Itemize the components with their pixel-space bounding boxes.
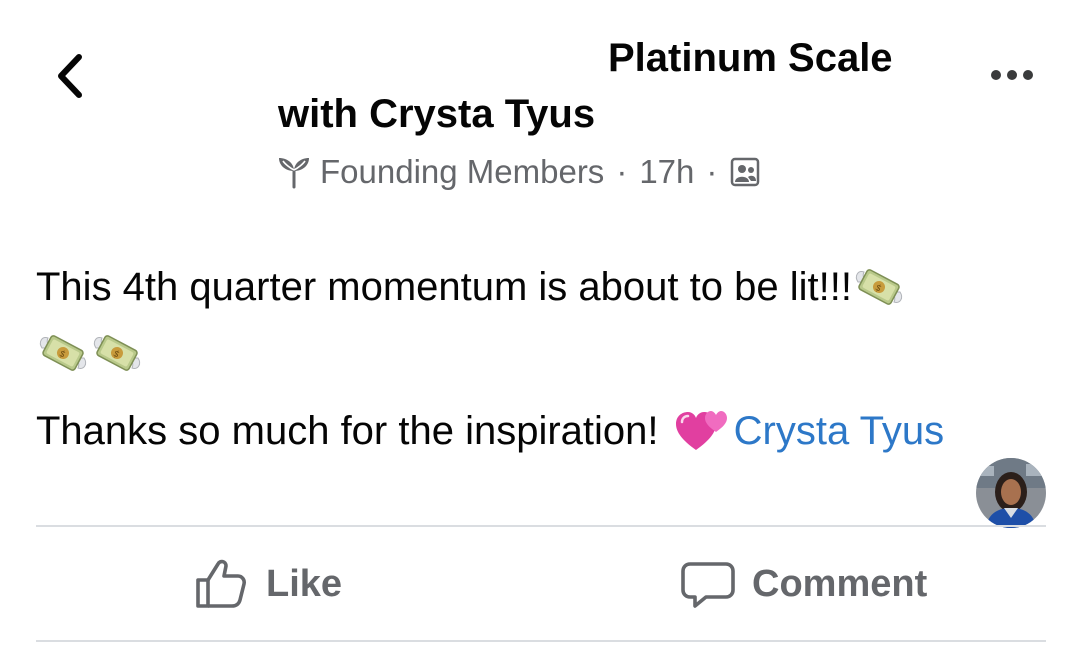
more-options-button[interactable]: [982, 58, 1042, 92]
two-hearts-icon: [675, 411, 727, 450]
avatar[interactable]: [976, 458, 1046, 528]
more-dot: [991, 70, 1001, 80]
post-emoji-line: $ $: [36, 328, 144, 378]
members-only-icon: [729, 156, 761, 188]
more-dot: [1007, 70, 1017, 80]
money-with-wings-icon: $: [855, 269, 903, 305]
more-dot: [1023, 70, 1033, 80]
back-button[interactable]: [46, 48, 94, 104]
group-badge-label[interactable]: Founding Members: [320, 153, 604, 191]
post-screen: Platinum Scale with Crysta Tyus Founding…: [0, 0, 1080, 645]
post-text-line: This 4th quarter momentum is about to be…: [36, 262, 906, 312]
post-timestamp[interactable]: 17h: [639, 153, 694, 191]
post-text: This 4th quarter momentum is about to be…: [36, 265, 852, 309]
like-label: Like: [266, 562, 343, 605]
post-text: Thanks so much for the inspiration!: [36, 409, 659, 453]
chevron-left-icon: [58, 54, 82, 98]
money-with-wings-icon: $: [39, 335, 87, 371]
comment-label: Comment: [752, 562, 928, 605]
comment-bubble-icon: [681, 562, 735, 608]
comment-button[interactable]: Comment: [680, 552, 927, 616]
divider: [36, 525, 1046, 527]
thumbs-up-icon: [196, 559, 246, 608]
sprout-icon: [276, 155, 312, 189]
divider: [36, 640, 1046, 642]
like-button[interactable]: Like: [194, 552, 342, 616]
meta-separator: ·: [616, 153, 628, 190]
post-meta: Founding Members · 17h ·: [276, 150, 761, 194]
meta-separator: ·: [706, 153, 718, 190]
money-with-wings-icon: $: [93, 335, 141, 371]
page-title-line2[interactable]: with Crysta Tyus: [278, 92, 595, 137]
page-title-line1[interactable]: Platinum Scale: [608, 36, 893, 81]
post-text-line: Thanks so much for the inspiration! Crys…: [36, 406, 944, 454]
mention-link[interactable]: Crysta Tyus: [734, 409, 944, 453]
